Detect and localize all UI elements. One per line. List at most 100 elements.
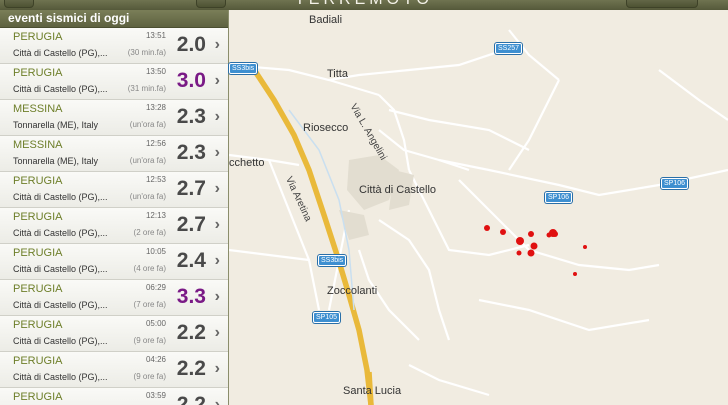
event-ago: (4 ore fa) xyxy=(133,264,166,273)
event-magnitude: 2.7 xyxy=(176,177,206,200)
event-row[interactable]: PERUGIA Città di Castello (PG),... 05:00 (9… xyxy=(0,316,228,352)
quake-marker[interactable] xyxy=(500,229,506,235)
event-magnitude: 2.2 xyxy=(176,321,206,344)
event-row[interactable]: PERUGIA Città di Castello (PG),... 06:29 (7… xyxy=(0,280,228,316)
quake-marker[interactable] xyxy=(527,249,535,257)
event-place: Città di Castello (PG),... xyxy=(13,228,108,238)
event-magnitude: 2.3 xyxy=(176,141,206,164)
event-ago: (7 ore fa) xyxy=(133,300,166,309)
quake-marker[interactable] xyxy=(573,272,577,276)
event-city: PERUGIA xyxy=(13,391,63,403)
place-zoccolanti: Zoccolanti xyxy=(327,285,378,297)
app-window: TERREMOTO eventi sismici di oggi PERUGIA… xyxy=(0,0,728,405)
shield-sp106-west: SP106 xyxy=(545,192,573,203)
event-city: MESSINA xyxy=(13,139,63,151)
event-ago: (30 min.fa) xyxy=(127,48,166,57)
shield-sp106-east: SP106 xyxy=(661,178,689,189)
event-ago: (9 ore fa) xyxy=(133,336,166,345)
quake-marker[interactable] xyxy=(546,232,552,238)
event-row[interactable]: PERUGIACittà di Castello (PG),...03:59(9… xyxy=(0,388,228,405)
event-magnitude: 3.0 xyxy=(176,69,206,92)
event-city: PERUGIA xyxy=(13,319,63,331)
quake-marker[interactable] xyxy=(516,237,524,245)
app-title: TERREMOTO xyxy=(0,0,728,9)
town-blocks xyxy=(339,155,414,240)
event-row[interactable]: PERUGIA Città di Castello (PG),... 13:50 (3… xyxy=(0,64,228,100)
event-ago: (un'ora fa) xyxy=(129,120,166,129)
top-toolbar: TERREMOTO xyxy=(0,0,728,10)
event-place: Città di Castello (PG),... xyxy=(13,84,108,94)
map-mode-segmented-control[interactable] xyxy=(626,0,698,8)
quake-marker[interactable] xyxy=(484,225,490,231)
event-time: 13:51 xyxy=(145,31,166,40)
event-time: 10:05 xyxy=(145,247,166,256)
event-magnitude: 3.3 xyxy=(176,285,206,308)
event-place: Città di Castello (PG),... xyxy=(13,372,108,382)
event-city: PERUGIA xyxy=(13,31,63,43)
shield-ss3bis-north: SS3bis xyxy=(229,63,258,74)
chevron-right-icon: › xyxy=(214,216,220,233)
place-cchetto: cchetto xyxy=(229,157,265,169)
chevron-right-icon: › xyxy=(214,108,220,125)
place-citta-di-castello: Città di Castello xyxy=(359,184,437,196)
quake-markers xyxy=(484,225,587,276)
chevron-right-icon: › xyxy=(214,72,220,89)
map-view[interactable]: Badiali Titta Riosecco cchetto Città di … xyxy=(229,10,728,405)
event-city: PERUGIA xyxy=(13,247,63,259)
event-ago: (9 ore fa) xyxy=(133,372,166,381)
event-time: 05:00 xyxy=(145,319,166,328)
event-city: PERUGIA xyxy=(13,355,63,367)
quake-marker[interactable] xyxy=(528,231,534,237)
quake-marker[interactable] xyxy=(552,231,558,237)
event-ago: (2 ore fa) xyxy=(133,228,166,237)
chevron-right-icon: › xyxy=(214,396,220,405)
event-magnitude: 2.3 xyxy=(176,105,206,128)
event-place: Città di Castello (PG),... xyxy=(13,300,108,310)
place-santa-lucia: Santa Lucia xyxy=(343,385,402,397)
quake-marker[interactable] xyxy=(583,245,587,249)
quake-marker[interactable] xyxy=(516,250,522,256)
quake-marker[interactable] xyxy=(530,242,538,250)
event-row[interactable]: PERUGIA Città di Castello (PG),... 12:13 (2… xyxy=(0,208,228,244)
event-time: 12:53 xyxy=(145,175,166,184)
event-city: PERUGIA xyxy=(13,283,63,295)
chevron-right-icon: › xyxy=(214,180,220,197)
chevron-right-icon: › xyxy=(214,36,220,53)
shield-sp105: SP105 xyxy=(313,312,341,323)
chevron-right-icon: › xyxy=(214,360,220,377)
chevron-right-icon: › xyxy=(214,144,220,161)
event-time: 13:50 xyxy=(145,67,166,76)
events-panel: eventi sismici di oggi PERUGIA Città di C… xyxy=(0,10,229,405)
event-city: PERUGIA xyxy=(13,211,63,223)
shield-ss3bis-south: SS3bis xyxy=(318,255,347,266)
events-panel-header: eventi sismici di oggi xyxy=(0,10,228,28)
event-city: MESSINA xyxy=(13,103,63,115)
event-row[interactable]: PERUGIA Città di Castello (PG),... 10:05 (4… xyxy=(0,244,228,280)
event-ago: (un'ora fa) xyxy=(129,156,166,165)
event-magnitude: 2.7 xyxy=(176,213,206,236)
event-magnitude: 2.4 xyxy=(176,249,206,272)
event-city: PERUGIA xyxy=(13,67,63,79)
event-row[interactable]: MESSINA Tonnarella (ME), Italy 13:28 (un'or… xyxy=(0,100,228,136)
event-city: PERUGIA xyxy=(13,175,63,187)
event-row[interactable]: PERUGIA Città di Castello (PG),... 12:53 (u… xyxy=(0,172,228,208)
place-titta: Titta xyxy=(327,68,348,80)
event-row[interactable]: PERUGIA Città di Castello (PG),... 04:26 (9… xyxy=(0,352,228,388)
shield-ss257: SS257 xyxy=(495,43,523,54)
chevron-right-icon: › xyxy=(214,252,220,269)
event-place: Città di Castello (PG),... xyxy=(13,48,108,58)
event-place: Città di Castello (PG),... xyxy=(13,264,108,274)
event-time: 12:13 xyxy=(145,211,166,220)
place-riosecco: Riosecco xyxy=(303,122,349,134)
event-time: 06:29 xyxy=(145,283,166,292)
event-time: 04:26 xyxy=(145,355,166,364)
event-row[interactable]: PERUGIA Città di Castello (PG),... 13:51 (3… xyxy=(0,28,228,64)
event-row[interactable]: MESSINA Tonnarella (ME), Italy 12:56 (un'or… xyxy=(0,136,228,172)
place-badiali: Badiali xyxy=(309,14,343,26)
event-place: Tonnarella (ME), Italy xyxy=(13,120,99,130)
event-magnitude: 2.2 xyxy=(176,393,206,405)
event-magnitude: 2.2 xyxy=(176,357,206,380)
event-place: Tonnarella (ME), Italy xyxy=(13,156,99,166)
event-ago: (un'ora fa) xyxy=(129,192,166,201)
chevron-right-icon: › xyxy=(214,324,220,341)
